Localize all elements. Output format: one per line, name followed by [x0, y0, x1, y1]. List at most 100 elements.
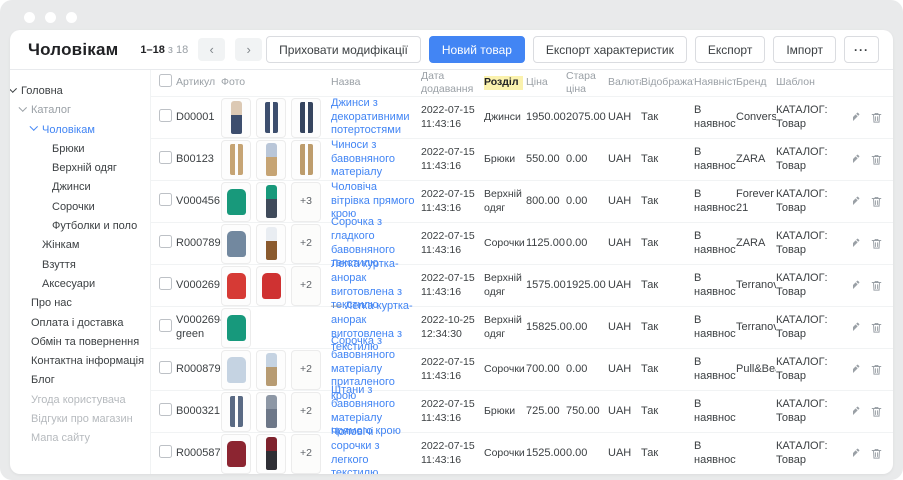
product-thumbnail[interactable]: [256, 182, 286, 222]
delete-icon[interactable]: [870, 363, 883, 376]
product-thumbnail[interactable]: [221, 350, 251, 390]
product-thumbnail[interactable]: [221, 182, 251, 222]
sidebar-item-13[interactable]: Обмін та повернення: [10, 333, 150, 352]
sidebar-item-12[interactable]: Оплата і доставка: [10, 314, 150, 333]
header-currency[interactable]: Валюта: [608, 76, 641, 89]
product-thumbnail[interactable]: [221, 140, 251, 180]
delete-icon[interactable]: [870, 153, 883, 166]
sidebar-item-17[interactable]: Відгуки про магазин: [10, 410, 150, 429]
sidebar-item-10[interactable]: Аксесуари: [10, 275, 150, 294]
product-thumbnail[interactable]: [221, 224, 251, 264]
product-name-link[interactable]: Чоловічі сорочки з легкого текстилю: [331, 426, 380, 474]
prev-page-button[interactable]: ‹: [198, 38, 225, 61]
export-button[interactable]: Експорт: [695, 36, 765, 63]
edit-icon[interactable]: [853, 153, 861, 166]
row-checkbox[interactable]: [159, 277, 172, 290]
header-old-price[interactable]: Стара ціна: [566, 70, 608, 96]
delete-icon[interactable]: [870, 195, 883, 208]
product-name-link[interactable]: Чоловіча вітрівка прямого крою: [331, 181, 414, 221]
sidebar-item-14[interactable]: Контактна інформація: [10, 352, 150, 371]
sidebar-item-11[interactable]: Про нас: [10, 294, 150, 313]
product-thumbnail[interactable]: [256, 434, 286, 474]
header-brand[interactable]: Бренд: [736, 76, 776, 89]
window-dot-close-icon[interactable]: [24, 12, 35, 23]
product-thumbnail[interactable]: [256, 98, 286, 138]
product-name-link[interactable]: Чиноси з бавовняного матеріалу: [331, 139, 395, 179]
edit-icon[interactable]: [853, 447, 861, 460]
sidebar-item-0[interactable]: Головна: [10, 82, 150, 101]
sidebar-item-1[interactable]: Каталог: [10, 101, 150, 120]
product-thumbnail[interactable]: [221, 308, 251, 348]
row-checkbox[interactable]: [159, 151, 172, 164]
product-thumbnail[interactable]: [221, 266, 251, 306]
row-checkbox[interactable]: [159, 109, 172, 122]
product-thumbnail[interactable]: [291, 140, 321, 180]
product-name-link[interactable]: Джинси з декоративними потертостями: [331, 97, 410, 137]
delete-icon[interactable]: [870, 111, 883, 124]
edit-icon[interactable]: [853, 279, 861, 292]
sidebar-item-8[interactable]: Жінкам: [10, 236, 150, 255]
hide-modifications-button[interactable]: Приховати модифікації: [266, 36, 421, 63]
header-availability[interactable]: Наявність: [694, 76, 736, 89]
more-photos-badge[interactable]: +2: [291, 224, 321, 264]
header-article[interactable]: Артикул: [176, 76, 221, 89]
edit-icon[interactable]: [853, 321, 861, 334]
edit-icon[interactable]: [853, 405, 861, 418]
sidebar-item-6[interactable]: Сорочки: [10, 198, 150, 217]
sidebar-item-15[interactable]: Блог: [10, 371, 150, 390]
more-photos-badge[interactable]: +3: [291, 182, 321, 222]
sidebar-item-16[interactable]: Угода користувача: [10, 391, 150, 410]
more-photos-badge[interactable]: +2: [291, 392, 321, 432]
product-thumbnail[interactable]: [221, 98, 251, 138]
row-actions: [853, 363, 887, 376]
header-photo[interactable]: Фото: [221, 76, 331, 89]
sidebar-item-2[interactable]: Чоловікам: [10, 121, 150, 140]
row-checkbox[interactable]: [159, 193, 172, 206]
delete-icon[interactable]: [870, 447, 883, 460]
header-date[interactable]: Дата додавання: [421, 70, 484, 96]
new-product-button[interactable]: Новий товар: [429, 36, 525, 63]
product-thumbnail[interactable]: [256, 140, 286, 180]
row-checkbox[interactable]: [159, 445, 172, 458]
sidebar-item-4[interactable]: Верхній одяг: [10, 159, 150, 178]
window-dot-expand-icon[interactable]: [66, 12, 77, 23]
delete-icon[interactable]: [870, 405, 883, 418]
edit-icon[interactable]: [853, 111, 861, 124]
more-photos-badge[interactable]: +2: [291, 350, 321, 390]
import-button[interactable]: Імпорт: [773, 36, 836, 63]
sidebar-item-5[interactable]: Джинси: [10, 178, 150, 197]
product-thumbnail[interactable]: [256, 266, 286, 306]
header-price[interactable]: Ціна: [526, 76, 566, 89]
product-thumbnail[interactable]: [256, 224, 286, 264]
export-characteristics-button[interactable]: Експорт характеристик: [533, 36, 687, 63]
row-checkbox[interactable]: [159, 319, 172, 332]
row-checkbox[interactable]: [159, 235, 172, 248]
window-dot-minimize-icon[interactable]: [45, 12, 56, 23]
header-name[interactable]: Назва: [331, 76, 421, 89]
product-thumbnail[interactable]: [256, 392, 286, 432]
more-actions-button[interactable]: ···: [844, 36, 879, 63]
product-thumbnail[interactable]: [221, 434, 251, 474]
delete-icon[interactable]: [870, 237, 883, 250]
product-thumbnail[interactable]: [256, 350, 286, 390]
product-thumbnail[interactable]: [291, 98, 321, 138]
sidebar-item-18[interactable]: Мапа сайту: [10, 429, 150, 448]
header-template[interactable]: Шаблон: [776, 76, 853, 89]
sidebar-item-7[interactable]: Футболки и поло: [10, 217, 150, 236]
select-all-checkbox[interactable]: [159, 74, 172, 87]
row-checkbox[interactable]: [159, 403, 172, 416]
more-photos-badge[interactable]: +2: [291, 434, 321, 474]
delete-icon[interactable]: [870, 279, 883, 292]
sidebar-item-3[interactable]: Брюки: [10, 140, 150, 159]
edit-icon[interactable]: [853, 363, 861, 376]
product-thumbnail[interactable]: [221, 392, 251, 432]
header-section-sorted[interactable]: Розділ: [484, 76, 523, 90]
header-display[interactable]: Відображати: [641, 76, 694, 89]
more-photos-badge[interactable]: +2: [291, 266, 321, 306]
delete-icon[interactable]: [870, 321, 883, 334]
edit-icon[interactable]: [853, 237, 861, 250]
sidebar-item-9[interactable]: Взуття: [10, 256, 150, 275]
next-page-button[interactable]: ›: [235, 38, 262, 61]
row-checkbox[interactable]: [159, 361, 172, 374]
edit-icon[interactable]: [853, 195, 861, 208]
